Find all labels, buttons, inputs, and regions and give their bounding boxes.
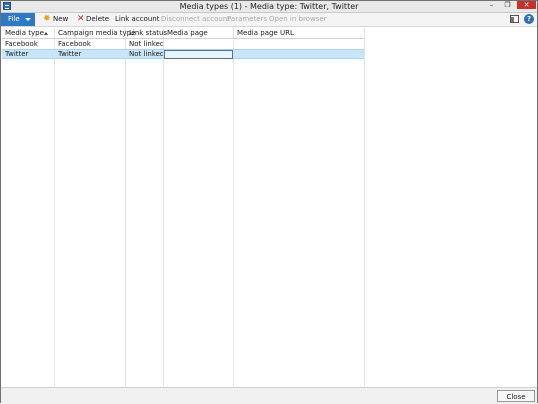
media-types-grid: Media type Campaign media type Link stat… — [2, 28, 537, 386]
grid-header-row: Media type Campaign media type Link stat… — [2, 28, 364, 39]
cell-campaign-media-type[interactable]: Facebook — [55, 39, 125, 49]
action-pane: File ✸ New ✕ Delete Link account Disconn… — [1, 13, 537, 27]
sort-ascending-icon — [44, 32, 48, 35]
close-window-button[interactable]: ✕ — [517, 1, 536, 9]
cell-campaign-media-type[interactable]: Twitter — [55, 50, 125, 58]
cell-media-page-url[interactable] — [234, 39, 364, 49]
window-title: Media types (1) - Media type: Twitter, T… — [179, 2, 359, 11]
column-header-campaign-media-type[interactable]: Campaign media type — [55, 28, 135, 38]
disconnect-account-button[interactable]: Disconnect account — [161, 13, 230, 26]
new-button[interactable]: New — [53, 13, 68, 26]
column-divider — [364, 28, 365, 386]
footer-bar: Close — [1, 387, 537, 404]
media-page-input[interactable] — [164, 50, 233, 59]
new-star-icon[interactable]: ✸ — [43, 14, 51, 25]
table-row[interactable]: Facebook Facebook Not linked — [2, 39, 364, 49]
close-button[interactable]: Close — [497, 390, 535, 402]
chevron-down-icon — [25, 18, 31, 21]
media-types-window: Media types (1) - Media type: Twitter, T… — [0, 0, 538, 404]
maximize-button[interactable]: ❐ — [500, 1, 515, 9]
title-bar[interactable]: Media types (1) - Media type: Twitter, T… — [1, 1, 537, 13]
column-header-media-page[interactable]: Media page — [164, 28, 233, 38]
delete-x-icon[interactable]: ✕ — [77, 13, 85, 26]
cell-link-status[interactable]: Not linked — [126, 50, 163, 58]
cell-media-page-url[interactable] — [234, 50, 364, 58]
cell-media-page[interactable] — [164, 39, 233, 49]
layout-icon[interactable] — [510, 15, 519, 23]
column-header-link-status[interactable]: Link status — [126, 28, 167, 38]
column-header-media-type[interactable]: Media type — [2, 28, 54, 38]
column-divider — [233, 28, 234, 386]
cell-media-type[interactable]: Facebook — [2, 39, 54, 49]
cell-media-type[interactable]: Twitter — [2, 50, 54, 58]
file-menu-label: File — [8, 15, 20, 23]
column-header-label: Media type — [5, 29, 44, 37]
file-menu-button[interactable]: File — [1, 13, 35, 26]
column-divider — [54, 28, 55, 386]
table-row-selected[interactable]: Twitter Twitter Not linked — [2, 49, 364, 59]
help-icon[interactable]: ? — [524, 14, 534, 24]
open-in-browser-button[interactable]: Open in browser — [269, 13, 327, 26]
column-divider — [163, 28, 164, 386]
cell-link-status[interactable]: Not linked — [126, 39, 163, 49]
parameters-button[interactable]: Parameters — [227, 13, 267, 26]
minimize-button[interactable]: – — [484, 1, 499, 9]
delete-button[interactable]: Delete — [86, 13, 109, 26]
link-account-button[interactable]: Link account — [115, 13, 159, 26]
column-divider — [125, 28, 126, 386]
column-header-media-page-url[interactable]: Media page URL — [234, 28, 364, 38]
